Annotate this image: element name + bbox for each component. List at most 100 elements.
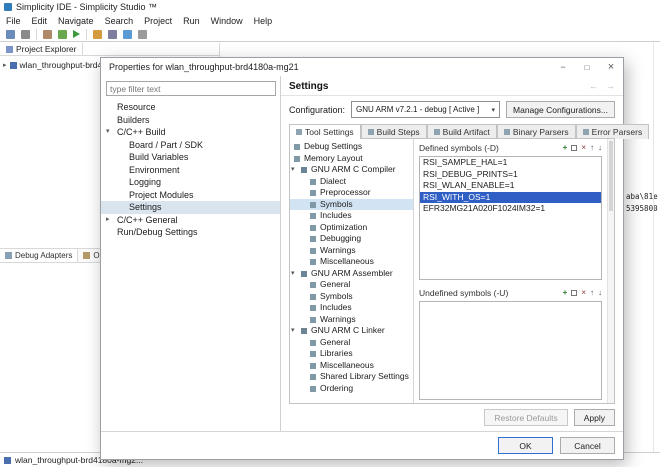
menu-run[interactable]: Run bbox=[183, 16, 200, 26]
expander-icon[interactable] bbox=[291, 164, 295, 176]
menu-navigate[interactable]: Navigate bbox=[58, 16, 94, 26]
tool-tree-warnings[interactable]: Warnings bbox=[290, 245, 413, 257]
new-icon[interactable] bbox=[6, 30, 15, 39]
tool-tree-gnu-arm-assembler[interactable]: GNU ARM Assembler bbox=[290, 268, 413, 280]
debug-adapters-icon bbox=[5, 252, 12, 259]
tool-tree-includes[interactable]: Includes bbox=[290, 210, 413, 222]
expander-icon[interactable] bbox=[291, 268, 295, 280]
configuration-value: GNU ARM v7.2.1 - debug [ Active ] bbox=[356, 105, 479, 114]
tool-tree-assembler-warnings[interactable]: Warnings bbox=[290, 314, 413, 326]
tab-project-explorer[interactable]: Project Explorer bbox=[0, 43, 83, 55]
tab-binary-parsers[interactable]: Binary Parsers bbox=[497, 124, 576, 139]
forward-arrow-icon[interactable] bbox=[606, 81, 615, 92]
symbol-item[interactable]: RSI_SAMPLE_HAL=1 bbox=[420, 157, 601, 169]
tool-tree-assembler-symbols[interactable]: Symbols bbox=[290, 291, 413, 303]
tool-tree-gnu-arm-c-linker[interactable]: GNU ARM C Linker bbox=[290, 325, 413, 337]
debug-icon[interactable] bbox=[58, 30, 67, 39]
tab-build-steps[interactable]: Build Steps bbox=[361, 124, 427, 139]
build-icon[interactable] bbox=[43, 30, 52, 39]
tool-tree-debugging[interactable]: Debugging bbox=[290, 233, 413, 245]
menu-search[interactable]: Search bbox=[105, 16, 134, 26]
undefined-symbols-list[interactable] bbox=[419, 301, 602, 400]
back-arrow-icon[interactable] bbox=[589, 81, 598, 92]
nav-item-resource[interactable]: Resource bbox=[101, 101, 280, 114]
nav-item-builders[interactable]: Builders bbox=[101, 114, 280, 127]
dialog-titlebar[interactable]: Properties for wlan_throughput-brd4180a-… bbox=[101, 58, 623, 76]
maximize-icon[interactable] bbox=[575, 58, 599, 76]
delete-symbol-icon[interactable] bbox=[581, 289, 586, 297]
move-down-icon[interactable] bbox=[598, 144, 602, 152]
tab-debug-adapters[interactable]: Debug Adapters bbox=[0, 249, 78, 262]
tool-tree-linker-general[interactable]: General bbox=[290, 337, 413, 349]
move-up-icon[interactable] bbox=[590, 289, 594, 297]
close-icon[interactable] bbox=[599, 58, 623, 76]
cancel-button[interactable]: Cancel bbox=[560, 437, 615, 454]
delete-symbol-icon[interactable] bbox=[581, 144, 586, 152]
tool-tree-symbols[interactable]: Symbols bbox=[290, 199, 413, 211]
menu-edit[interactable]: Edit bbox=[32, 16, 48, 26]
nav-item-settings[interactable]: Settings bbox=[101, 201, 280, 214]
menu-help[interactable]: Help bbox=[254, 16, 273, 26]
tab-error-parsers[interactable]: Error Parsers bbox=[576, 124, 650, 139]
page-title: Settings bbox=[289, 81, 328, 92]
tool-tree-dialect[interactable]: Dialect bbox=[290, 176, 413, 188]
symbol-item[interactable]: RSI_DEBUG_PRINTS=1 bbox=[420, 169, 601, 181]
ok-button[interactable]: OK bbox=[498, 437, 553, 454]
tab-build-artifact[interactable]: Build Artifact bbox=[427, 124, 497, 139]
nav-item-run-debug-settings[interactable]: Run/Debug Settings bbox=[101, 226, 280, 239]
menu-window[interactable]: Window bbox=[211, 16, 243, 26]
scrollbar[interactable] bbox=[607, 139, 614, 403]
nav-label: Project Modules bbox=[129, 190, 194, 200]
nav-item-environment[interactable]: Environment bbox=[101, 164, 280, 177]
add-symbol-icon[interactable] bbox=[563, 289, 568, 297]
tab-tool-settings[interactable]: Tool Settings bbox=[289, 124, 361, 139]
save-icon[interactable] bbox=[21, 30, 30, 39]
tool-tree-shared-library-settings[interactable]: Shared Library Settings bbox=[290, 371, 413, 383]
flash-programmer-icon[interactable] bbox=[93, 30, 102, 39]
tool-tree-gnu-arm-c-compiler[interactable]: GNU ARM C Compiler bbox=[290, 164, 413, 176]
nav-item-cpp-build[interactable]: C/C++ Build bbox=[101, 126, 280, 139]
edit-symbol-icon[interactable] bbox=[571, 145, 577, 151]
perspective-icon[interactable] bbox=[138, 30, 147, 39]
filter-input[interactable] bbox=[106, 81, 276, 96]
scrollbar-thumb[interactable] bbox=[609, 141, 613, 211]
restore-defaults-button[interactable]: Restore Defaults bbox=[484, 409, 567, 426]
expander-icon[interactable] bbox=[106, 126, 110, 139]
nav-item-logging[interactable]: Logging bbox=[101, 176, 280, 189]
menu-project[interactable]: Project bbox=[144, 16, 172, 26]
nav-item-cpp-general[interactable]: C/C++ General bbox=[101, 214, 280, 227]
tool-tree-preprocessor[interactable]: Preprocessor bbox=[290, 187, 413, 199]
add-symbol-icon[interactable] bbox=[563, 144, 568, 152]
run-icon[interactable] bbox=[73, 30, 80, 38]
tool-tree-debug-settings[interactable]: Debug Settings bbox=[290, 141, 413, 153]
expander-icon[interactable] bbox=[3, 61, 7, 69]
symbol-item-selected[interactable]: RSI_WITH_OS=1 bbox=[420, 192, 601, 204]
search-icon[interactable] bbox=[123, 30, 132, 39]
menu-file[interactable]: File bbox=[6, 16, 21, 26]
tool-tree-optimization[interactable]: Optimization bbox=[290, 222, 413, 234]
edit-symbol-icon[interactable] bbox=[571, 290, 577, 296]
configuration-label: Configuration: bbox=[289, 105, 345, 115]
nav-item-project-modules[interactable]: Project Modules bbox=[101, 189, 280, 202]
expander-icon[interactable] bbox=[291, 325, 295, 337]
tool-tree-miscellaneous[interactable]: Miscellaneous bbox=[290, 256, 413, 268]
move-up-icon[interactable] bbox=[590, 144, 594, 152]
tool-tree-linker-miscellaneous[interactable]: Miscellaneous bbox=[290, 360, 413, 372]
symbol-item[interactable]: EFR32MG21A020F1024IM32=1 bbox=[420, 203, 601, 215]
console-icon[interactable] bbox=[108, 30, 117, 39]
tool-tree-assembler-includes[interactable]: Includes bbox=[290, 302, 413, 314]
move-down-icon[interactable] bbox=[598, 289, 602, 297]
nav-item-board-part-sdk[interactable]: Board / Part / SDK bbox=[101, 139, 280, 152]
nav-item-build-variables[interactable]: Build Variables bbox=[101, 151, 280, 164]
expander-icon[interactable] bbox=[106, 214, 110, 227]
symbol-item[interactable]: RSI_WLAN_ENABLE=1 bbox=[420, 180, 601, 192]
tool-tree-ordering[interactable]: Ordering bbox=[290, 383, 413, 395]
minimize-icon[interactable] bbox=[551, 58, 575, 76]
undefined-symbols-header: Undefined symbols (-U) bbox=[419, 287, 602, 299]
configuration-select[interactable]: GNU ARM v7.2.1 - debug [ Active ] bbox=[351, 101, 500, 118]
manage-configurations-button[interactable]: Manage Configurations... bbox=[506, 101, 615, 118]
tool-tree-memory-layout[interactable]: Memory Layout bbox=[290, 153, 413, 165]
apply-button[interactable]: Apply bbox=[574, 409, 615, 426]
tool-tree-linker-libraries[interactable]: Libraries bbox=[290, 348, 413, 360]
tool-tree-assembler-general[interactable]: General bbox=[290, 279, 413, 291]
